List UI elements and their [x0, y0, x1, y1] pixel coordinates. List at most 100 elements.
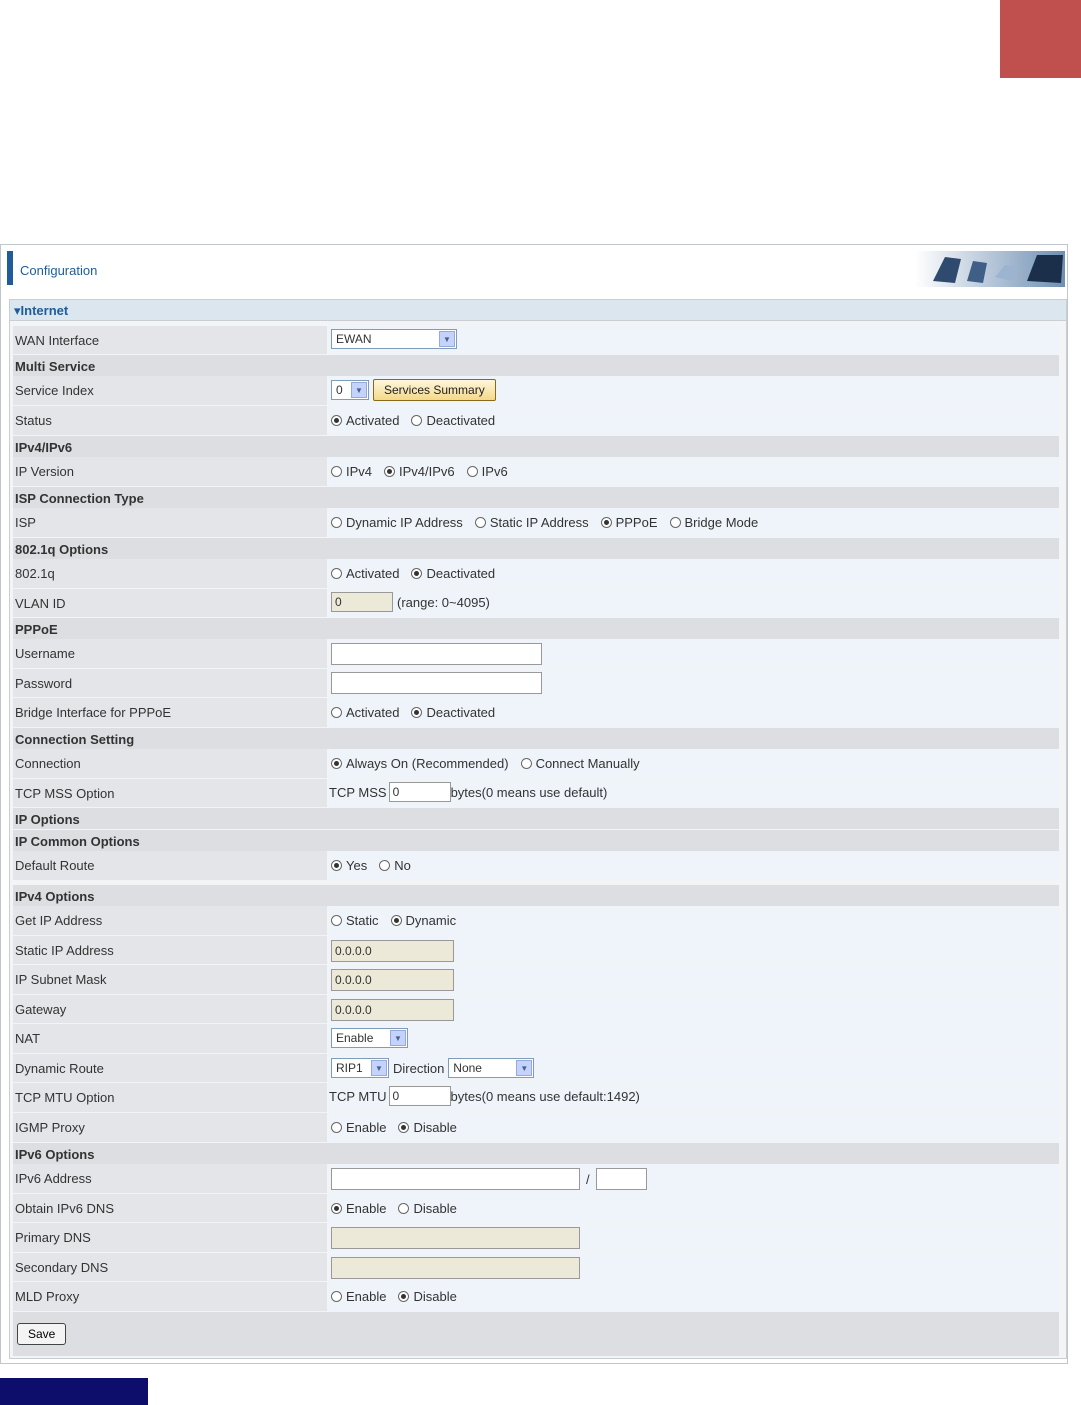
dot1q-label: 802.1q	[15, 566, 55, 581]
bridge-activated-radio[interactable]: Activated	[331, 705, 399, 720]
row-connection: Connection Always On (Recommended) Conne…	[13, 749, 1059, 779]
tcp-mtu-prefix: TCP MTU	[329, 1088, 387, 1104]
row-tcp-mss: TCP MSS Option TCP MSS bytes(0 means use…	[13, 779, 1059, 808]
username-input[interactable]	[331, 643, 542, 665]
row-static-ip: Static IP Address	[13, 936, 1059, 965]
row-mld: MLD Proxy Enable Disable	[13, 1282, 1059, 1312]
ipv6-dns-disable-radio[interactable]: Disable	[398, 1201, 457, 1216]
row-gateway: Gateway	[13, 995, 1059, 1024]
isp-label: ISP	[15, 515, 36, 530]
isp-bridge-radio[interactable]: Bridge Mode	[669, 515, 758, 530]
chevron-down-icon: ▼	[439, 331, 455, 347]
connect-manually-radio[interactable]: Connect Manually	[520, 756, 640, 771]
ipv6-slash: /	[586, 1171, 590, 1187]
section-ipv4-options: IPv4 Options	[13, 885, 1059, 906]
section-ip-common: IP Common Options	[13, 830, 1059, 851]
row-service-index: Service Index 0 ▼ Services Summary	[13, 376, 1059, 406]
tcp-mss-input[interactable]	[388, 782, 451, 802]
services-summary-button[interactable]: Services Summary	[373, 379, 496, 401]
subnet-input[interactable]	[331, 969, 454, 991]
isp-static-radio[interactable]: Static IP Address	[474, 515, 589, 530]
always-on-radio[interactable]: Always On (Recommended)	[331, 756, 509, 771]
row-ipv6-dns: Obtain IPv6 DNS Enable Disable	[13, 1194, 1059, 1223]
status-deactivated-radio[interactable]: Deactivated	[411, 413, 495, 428]
row-get-ip: Get IP Address Static Dynamic	[13, 906, 1059, 936]
wan-interface-select[interactable]: EWAN ▼	[331, 329, 457, 349]
get-ip-static-radio[interactable]: Static	[331, 913, 379, 928]
password-input[interactable]	[331, 672, 542, 694]
nat-select[interactable]: Enable ▼	[331, 1028, 408, 1048]
dynamic-route-label: Dynamic Route	[15, 1061, 104, 1076]
service-index-label: Service Index	[15, 383, 94, 398]
ipv6-dns-enable-radio[interactable]: Enable	[331, 1201, 386, 1216]
row-ipv6-address: IPv6 Address /	[13, 1164, 1059, 1194]
footer-navy-bar	[0, 1378, 148, 1405]
gateway-input[interactable]	[331, 999, 454, 1021]
igmp-disable-radio[interactable]: Disable	[398, 1120, 457, 1135]
internet-panel: ▾Internet WAN Interface EWAN ▼ Multi Serv…	[9, 299, 1067, 1359]
gateway-label: Gateway	[15, 1002, 67, 1017]
default-route-label: Default Route	[15, 858, 95, 873]
config-header: Configuration	[7, 249, 1067, 287]
ipv6-address-label: IPv6 Address	[15, 1171, 92, 1186]
get-ip-dynamic-radio[interactable]: Dynamic	[390, 913, 456, 928]
section-ipv4-ipv6: IPv4/IPv6	[13, 436, 1059, 457]
default-route-no-radio[interactable]: No	[379, 858, 411, 873]
vlan-id-input[interactable]	[331, 592, 393, 612]
section-pppoe: PPPoE	[13, 618, 1059, 639]
ipv6-prefix-input[interactable]	[595, 1168, 647, 1190]
row-nat: NAT Enable ▼	[13, 1024, 1059, 1054]
row-vlan-id: VLAN ID (range: 0~4095)	[13, 589, 1059, 618]
section-multi-service: Multi Service	[13, 355, 1059, 376]
row-subnet: IP Subnet Mask	[13, 965, 1059, 995]
save-button[interactable]: Save	[17, 1323, 67, 1345]
ipv4-radio[interactable]: IPv4	[331, 464, 372, 479]
static-ip-input[interactable]	[331, 940, 454, 962]
section-ip-options: IP Options	[13, 808, 1059, 829]
chevron-down-icon: ▼	[371, 1060, 387, 1076]
mld-enable-radio[interactable]: Enable	[331, 1289, 386, 1304]
bridge-deactivated-radio[interactable]: Deactivated	[411, 705, 495, 720]
row-default-route: Default Route Yes No	[13, 851, 1059, 881]
igmp-label: IGMP Proxy	[15, 1120, 85, 1135]
section-ipv6-options: IPv6 Options	[13, 1143, 1059, 1164]
primary-dns-label: Primary DNS	[15, 1230, 91, 1245]
service-index-select[interactable]: 0 ▼	[331, 380, 369, 400]
tcp-mss-hint: bytes(0 means use default)	[450, 784, 608, 800]
row-isp: ISP Dynamic IP Address Static IP Address…	[13, 508, 1059, 538]
dynamic-route-select[interactable]: RIP1 ▼	[331, 1058, 389, 1078]
row-primary-dns: Primary DNS	[13, 1223, 1059, 1253]
status-activated-radio[interactable]: Activated	[331, 413, 399, 428]
row-ip-version: IP Version IPv4 IPv4/IPv6 IPv6	[13, 457, 1059, 487]
ip-version-label: IP Version	[15, 464, 75, 479]
row-password: Password	[13, 669, 1059, 698]
chevron-down-icon: ▼	[351, 382, 367, 398]
chevron-down-icon: ▼	[516, 1060, 533, 1076]
ipv4-ipv6-radio[interactable]: IPv4/IPv6	[384, 464, 455, 479]
ipv6-radio[interactable]: IPv6	[466, 464, 508, 479]
panel-title-bar[interactable]: ▾Internet	[10, 300, 1066, 321]
ipv6-address-input[interactable]	[331, 1168, 580, 1190]
row-tcp-mtu: TCP MTU Option TCP MTU bytes(0 means use…	[13, 1083, 1059, 1113]
corner-tab-red	[1000, 0, 1081, 78]
row-username: Username	[13, 639, 1059, 669]
direction-select[interactable]: None ▼	[448, 1058, 535, 1078]
default-route-yes-radio[interactable]: Yes	[331, 858, 367, 873]
tcp-mss-prefix: TCP MSS	[329, 784, 387, 800]
igmp-enable-radio[interactable]: Enable	[331, 1120, 386, 1135]
isp-dynamic-radio[interactable]: Dynamic IP Address	[331, 515, 463, 530]
row-dynamic-route: Dynamic Route RIP1 ▼ Direction None ▼	[13, 1054, 1059, 1083]
dot1q-deactivated-radio[interactable]: Deactivated	[411, 566, 495, 581]
direction-label: Direction	[393, 1060, 445, 1076]
isp-pppoe-radio[interactable]: PPPoE	[600, 515, 658, 530]
secondary-dns-input[interactable]	[331, 1257, 580, 1279]
page-title: Configuration	[20, 263, 98, 278]
dot1q-activated-radio[interactable]: Activated	[331, 566, 399, 581]
tcp-mtu-label: TCP MTU Option	[15, 1090, 115, 1105]
primary-dns-input[interactable]	[331, 1227, 580, 1249]
tcp-mtu-input[interactable]	[388, 1086, 451, 1106]
static-ip-label: Static IP Address	[15, 943, 114, 958]
panel-title[interactable]: ▾Internet	[14, 303, 68, 319]
secondary-dns-label: Secondary DNS	[15, 1260, 109, 1275]
mld-disable-radio[interactable]: Disable	[398, 1289, 457, 1304]
